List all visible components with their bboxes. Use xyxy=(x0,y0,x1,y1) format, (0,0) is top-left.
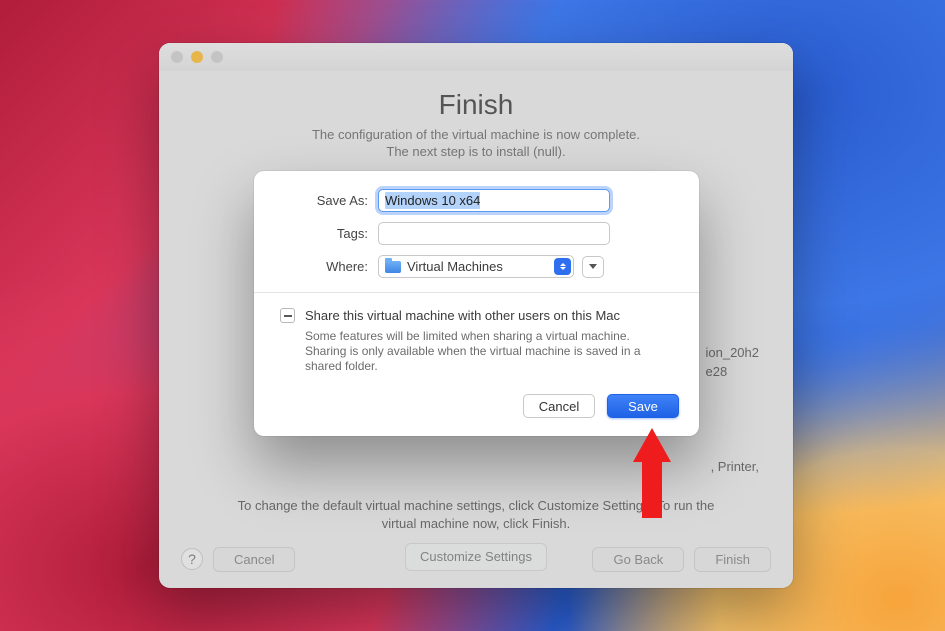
zoom-traffic-light[interactable] xyxy=(211,51,223,63)
obscured-summary-text-2: , Printer, xyxy=(711,459,759,474)
where-value: Virtual Machines xyxy=(407,259,503,274)
tags-label: Tags: xyxy=(278,226,378,241)
chevron-down-icon xyxy=(589,264,597,269)
titlebar xyxy=(159,43,793,71)
save-sheet: Save As: Windows 10 x64 Tags: Where: Vir… xyxy=(254,171,699,436)
wizard-cancel-button[interactable]: Cancel xyxy=(213,547,295,572)
updown-caret-icon xyxy=(554,258,571,275)
share-checkbox[interactable] xyxy=(280,308,295,323)
folder-icon xyxy=(385,261,401,273)
page-title: Finish xyxy=(189,89,763,121)
help-button[interactable]: ? xyxy=(181,548,203,570)
page-subtitle-1: The configuration of the virtual machine… xyxy=(189,127,763,142)
divider xyxy=(254,292,699,293)
saveas-label: Save As: xyxy=(278,193,378,208)
saveas-value: Windows 10 x64 xyxy=(385,192,480,209)
minimize-traffic-light[interactable] xyxy=(191,51,203,63)
share-checkbox-label: Share this virtual machine with other us… xyxy=(305,307,665,324)
desktop-background: Finish The configuration of the virtual … xyxy=(0,0,945,631)
where-popup[interactable]: Virtual Machines xyxy=(378,255,574,278)
finish-button[interactable]: Finish xyxy=(694,547,771,572)
share-note: Some features will be limited when shari… xyxy=(305,329,665,374)
go-back-button[interactable]: Go Back xyxy=(592,547,684,572)
page-subtitle-2: The next step is to install (null). xyxy=(189,144,763,159)
expand-browser-button[interactable] xyxy=(582,256,604,278)
tags-input[interactable] xyxy=(378,222,610,245)
saveas-input[interactable]: Windows 10 x64 xyxy=(378,189,610,212)
obscured-summary-text: ion_20h2 e28 xyxy=(706,343,760,381)
cancel-button[interactable]: Cancel xyxy=(523,394,595,418)
close-traffic-light[interactable] xyxy=(171,51,183,63)
save-button[interactable]: Save xyxy=(607,394,679,418)
where-label: Where: xyxy=(278,259,378,274)
